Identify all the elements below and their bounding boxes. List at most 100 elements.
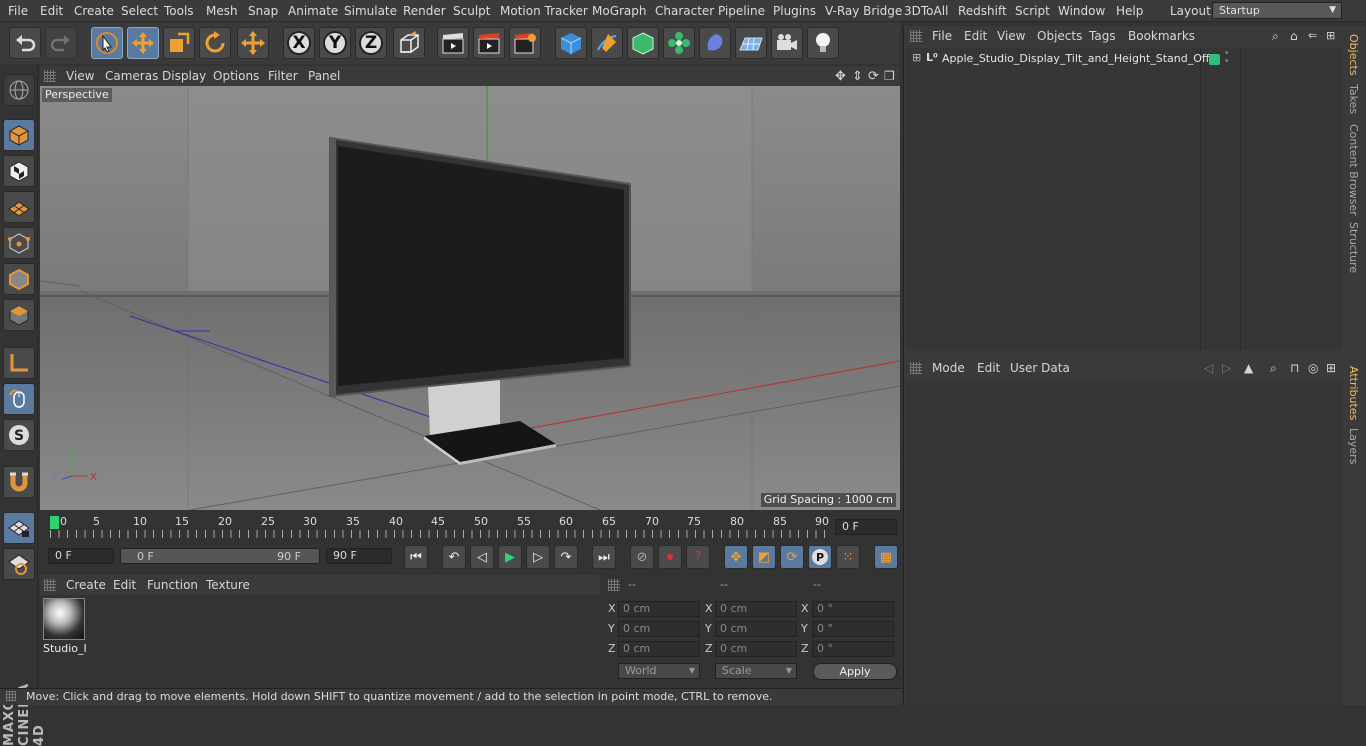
size-y-field[interactable]: 0 cm — [715, 621, 797, 637]
nav-forward-icon[interactable]: ▷ — [1222, 361, 1231, 375]
key-rotation-button[interactable]: ⟳ — [780, 545, 804, 569]
menu-select[interactable]: Select — [121, 4, 158, 18]
tab-takes[interactable]: Takes — [1347, 84, 1360, 114]
om-menu-file[interactable]: File — [932, 29, 952, 43]
timeline-ruler[interactable]: 0 5 10 15 20 25 30 35 40 45 50 55 60 65 … — [40, 512, 900, 542]
size-mode-select[interactable]: Scale ▼ — [715, 663, 797, 679]
redo-button[interactable] — [45, 27, 77, 59]
visibility-dots-icon[interactable]: • • — [1224, 50, 1229, 67]
apply-button[interactable]: Apply — [813, 663, 897, 680]
polygons-mode-button[interactable] — [3, 299, 35, 331]
add-spline-pen-button[interactable] — [591, 27, 623, 59]
texture-mode-button[interactable] — [3, 155, 35, 187]
search-icon[interactable]: ⌕ — [1270, 361, 1277, 376]
viewport-pan-icon[interactable]: ✥ — [835, 69, 846, 84]
viewport-menu-panel[interactable]: Panel — [308, 69, 340, 83]
menu-mograph[interactable]: MoGraph — [592, 4, 647, 18]
menu-snap[interactable]: Snap — [248, 4, 278, 18]
tweak-mode-button[interactable] — [3, 383, 35, 415]
menu-mesh[interactable]: Mesh — [206, 4, 238, 18]
move-tool-button[interactable] — [127, 27, 159, 59]
am-menu-user-data[interactable]: User Data — [1010, 361, 1070, 375]
size-x-field[interactable]: 0 cm — [715, 601, 797, 617]
render-to-picture-viewer-button[interactable] — [473, 27, 505, 59]
axis-mode-button[interactable] — [3, 347, 35, 379]
tab-layers[interactable]: Layers — [1347, 428, 1360, 464]
menu-help[interactable]: Help — [1116, 4, 1143, 18]
key-parameter-button[interactable]: P — [808, 545, 832, 569]
scale-tool-button[interactable] — [163, 27, 195, 59]
menu-window[interactable]: Window — [1058, 4, 1105, 18]
solo-mode-button[interactable]: S — [3, 419, 35, 451]
record-active-objects-button[interactable]: ⏺ — [658, 545, 682, 569]
object-name[interactable]: Apple_Studio_Display_Tilt_and_Height_Sta… — [942, 52, 1210, 65]
x-axis-lock-button[interactable]: X — [283, 27, 315, 59]
tab-structure[interactable]: Structure — [1347, 222, 1360, 273]
menu-vray-bridge[interactable]: V-Ray Bridge — [825, 4, 902, 18]
new-panel-icon[interactable]: ⊞ — [1326, 361, 1336, 375]
rotation-h-field[interactable]: 0 ° — [812, 601, 894, 617]
next-keyframe-button[interactable]: ↷ — [554, 545, 578, 569]
motion-record-button[interactable]: ⊘ — [630, 545, 654, 569]
material-menu-function[interactable]: Function — [147, 578, 198, 592]
points-mode-button[interactable] — [3, 227, 35, 259]
material-thumbnail[interactable] — [43, 598, 85, 640]
previous-frame-button[interactable]: ◁ — [470, 545, 494, 569]
tab-objects[interactable]: Objects — [1347, 34, 1360, 76]
menu-motion-tracker[interactable]: Motion Tracker — [500, 4, 588, 18]
menu-animate[interactable]: Animate — [288, 4, 338, 18]
om-menu-tags[interactable]: Tags — [1089, 29, 1116, 43]
layout-select[interactable]: Startup ▼ — [1212, 2, 1342, 19]
add-light-button[interactable] — [807, 27, 839, 59]
perspective-viewport[interactable]: Y X Z Perspective Grid Spacing : 1000 cm — [40, 86, 900, 510]
frame-range-slider[interactable]: 0 F 90 F — [120, 548, 320, 564]
workplane-lock-button[interactable] — [3, 512, 35, 544]
back-arrow-icon[interactable]: ⇐ — [1308, 29, 1317, 42]
om-menu-bookmarks[interactable]: Bookmarks — [1128, 29, 1195, 43]
live-selection-button[interactable] — [91, 27, 123, 59]
position-z-field[interactable]: 0 cm — [618, 641, 700, 657]
material-name[interactable]: Studio_I — [43, 642, 87, 655]
autokeying-button[interactable]: ? — [686, 545, 710, 569]
viewport-menu-view[interactable]: View — [66, 69, 94, 83]
menu-character[interactable]: Character — [655, 4, 714, 18]
rotate-tool-button[interactable] — [199, 27, 231, 59]
home-icon[interactable]: ⌂ — [1290, 29, 1298, 43]
menu-pipeline[interactable]: Pipeline — [718, 4, 765, 18]
viewport-menu-filter[interactable]: Filter — [268, 69, 298, 83]
menu-simulate[interactable]: Simulate — [344, 4, 397, 18]
menu-file[interactable]: File — [8, 4, 28, 18]
viewport-menu-options[interactable]: Options — [213, 69, 259, 83]
timeline-window-button[interactable]: ▦ — [874, 545, 898, 569]
viewport-maximize-icon[interactable]: ❐ — [884, 69, 895, 83]
current-frame-field[interactable]: 0 F — [835, 519, 897, 535]
menu-render[interactable]: Render — [403, 4, 446, 18]
menu-edit[interactable]: Edit — [40, 4, 63, 18]
viewport-rotate-icon[interactable]: ⟳ — [868, 69, 879, 84]
previous-keyframe-button[interactable]: ↶ — [442, 545, 466, 569]
render-view-button[interactable] — [437, 27, 469, 59]
lock-icon[interactable]: ⊓ — [1290, 361, 1299, 375]
z-axis-lock-button[interactable]: Z — [355, 27, 387, 59]
material-menu-edit[interactable]: Edit — [113, 578, 136, 592]
add-subdivision-surface-button[interactable] — [627, 27, 659, 59]
tab-attributes[interactable]: Attributes — [1347, 366, 1360, 420]
am-menu-edit[interactable]: Edit — [977, 361, 1000, 375]
add-cube-button[interactable] — [555, 27, 587, 59]
menu-plugins[interactable]: Plugins — [773, 4, 816, 18]
workplane-mode-button[interactable] — [3, 191, 35, 223]
material-menu-texture[interactable]: Texture — [206, 578, 250, 592]
rotation-b-field[interactable]: 0 ° — [812, 641, 894, 657]
up-arrow-icon[interactable]: ▲ — [1244, 361, 1253, 375]
add-deformer-button[interactable] — [699, 27, 731, 59]
om-menu-view[interactable]: View — [997, 29, 1025, 43]
go-to-start-button[interactable]: ⏮ — [404, 545, 428, 569]
model-mode-button[interactable] — [3, 119, 35, 151]
am-menu-mode[interactable]: Mode — [932, 361, 965, 375]
coordinate-system-button[interactable] — [393, 27, 425, 59]
om-menu-objects[interactable]: Objects — [1037, 29, 1082, 43]
viewport-menu-cameras[interactable]: Cameras — [105, 69, 158, 83]
nav-back-icon[interactable]: ◁ — [1204, 361, 1213, 375]
end-frame-field[interactable]: 90 F — [326, 548, 392, 564]
size-z-field[interactable]: 0 cm — [715, 641, 797, 657]
